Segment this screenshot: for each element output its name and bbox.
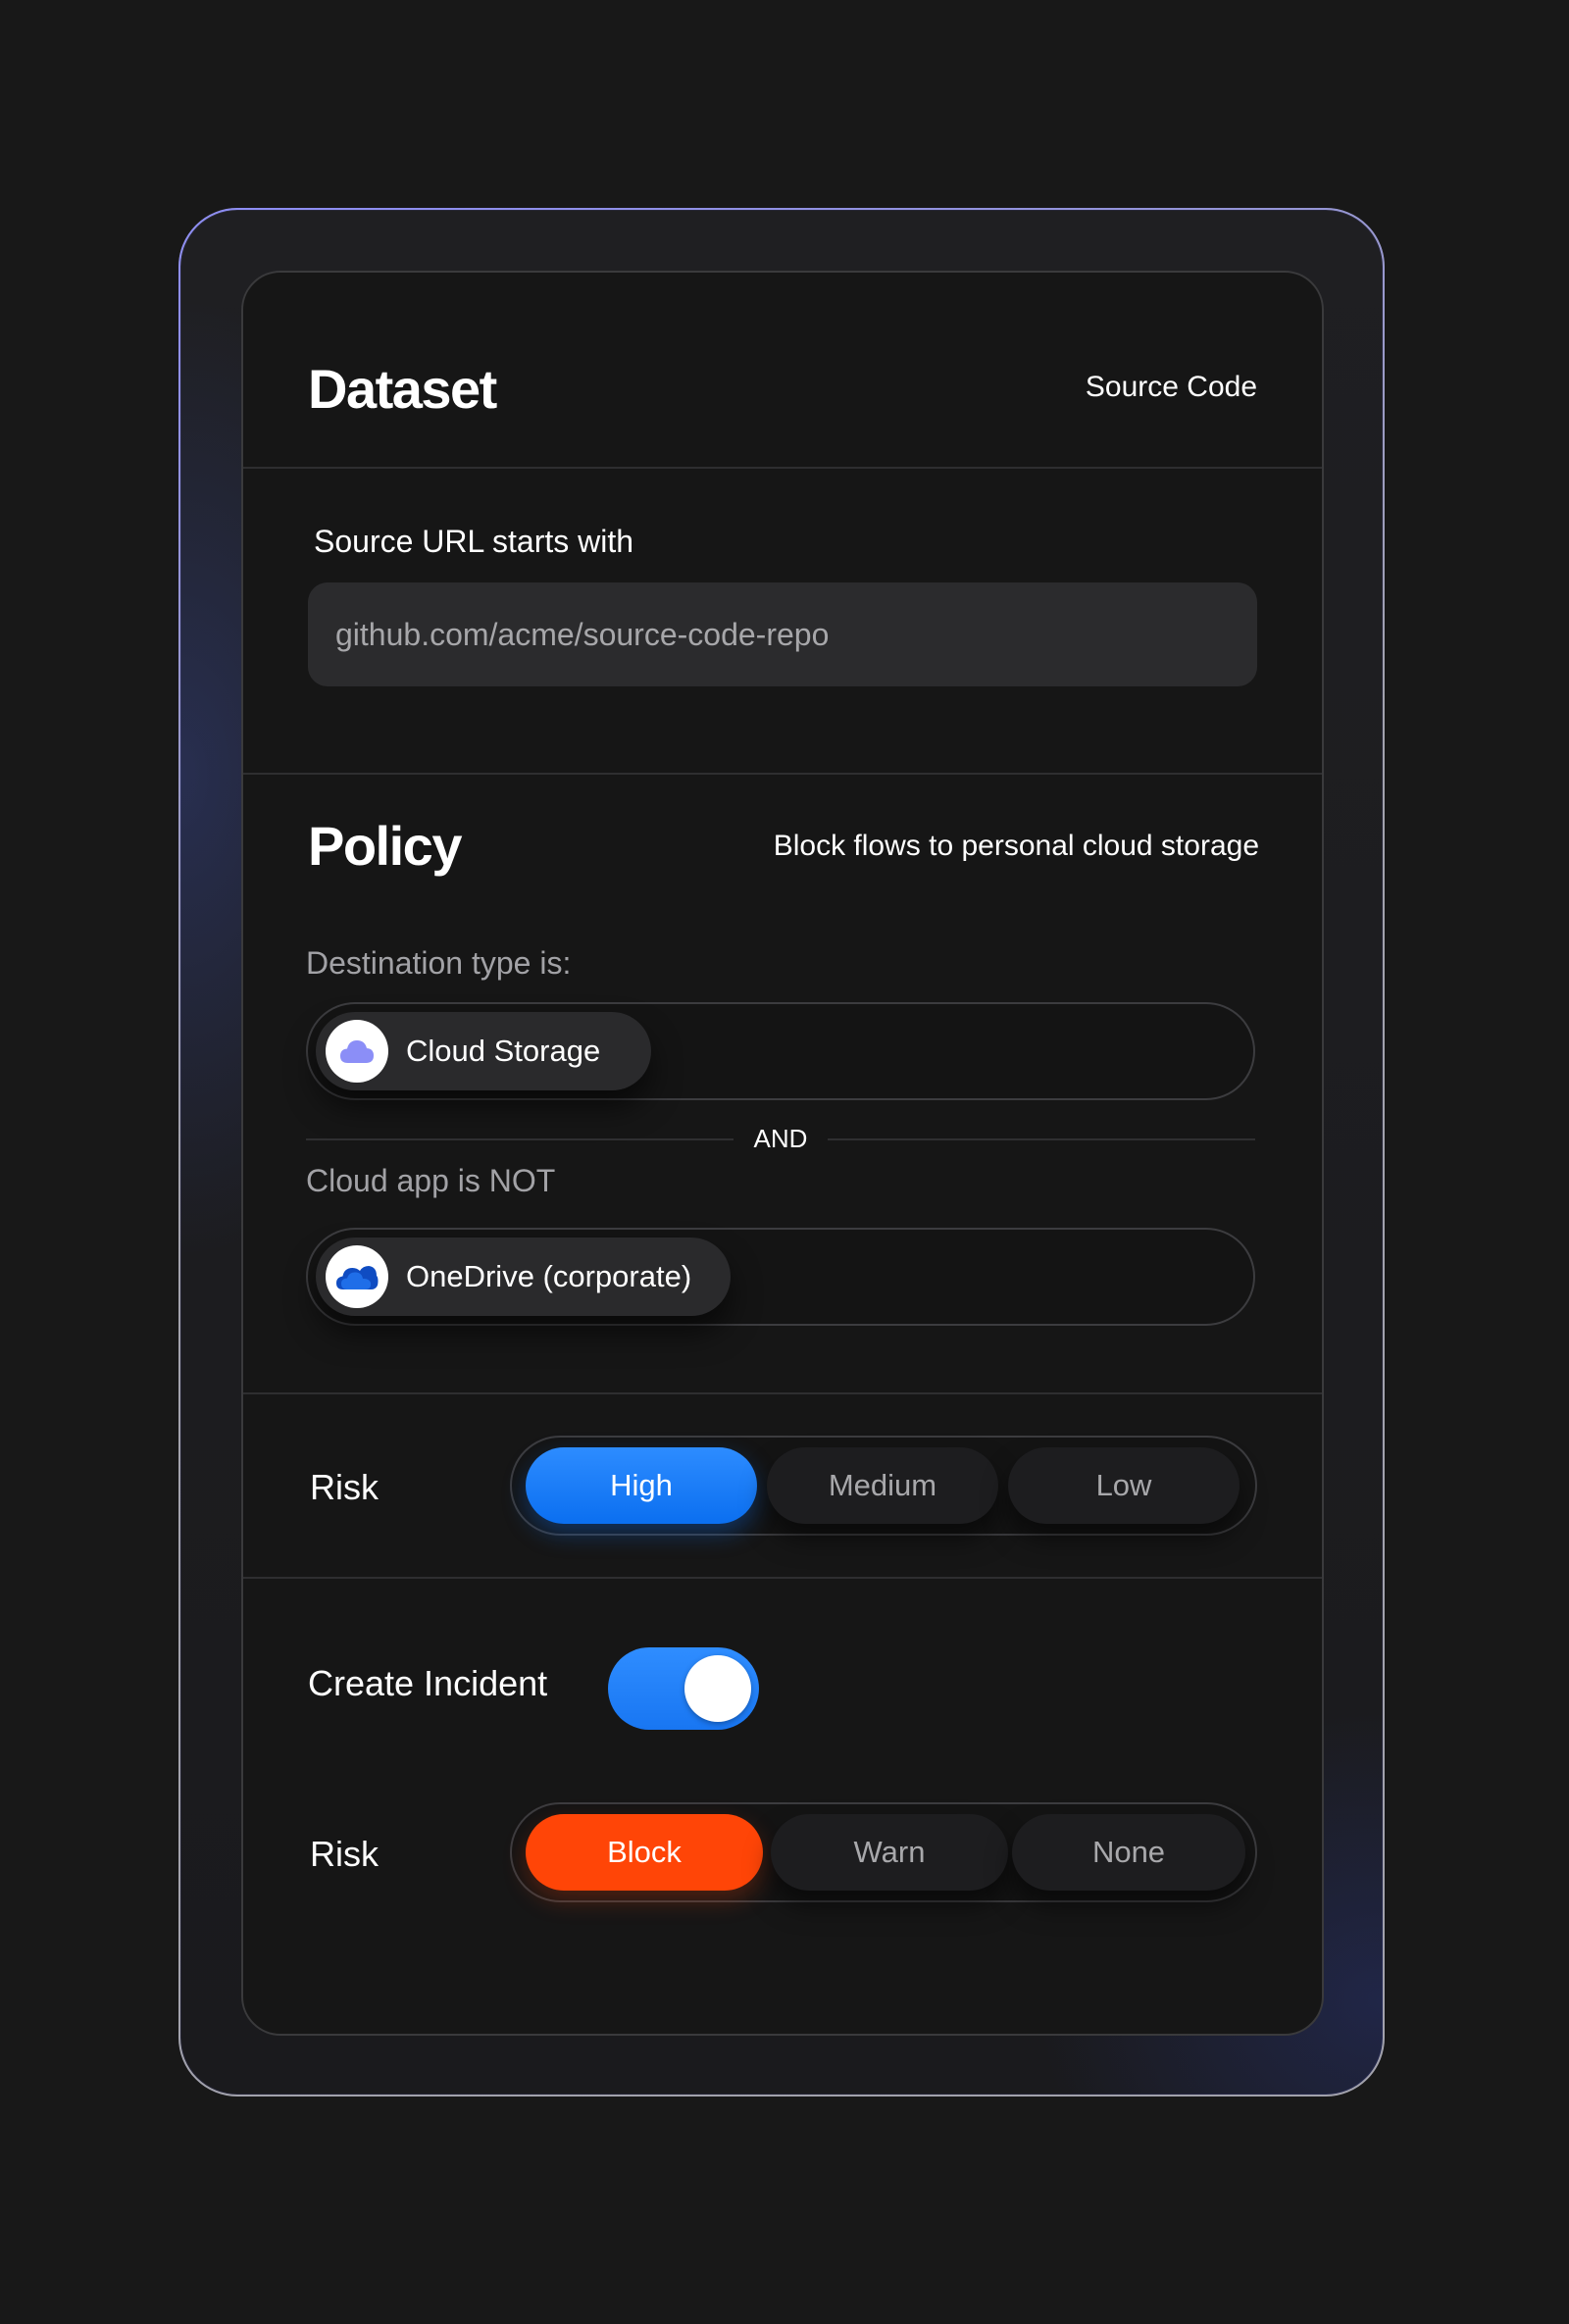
dataset-value: Source Code: [1085, 371, 1257, 403]
action-none-button[interactable]: None: [1012, 1814, 1245, 1891]
onedrive-label: OneDrive (corporate): [406, 1259, 692, 1293]
source-url-label: Source URL starts with: [314, 524, 634, 559]
policy-title: Policy: [308, 815, 462, 877]
action-segmented-control: Block Warn None: [510, 1802, 1257, 1902]
policy-section: Policy Block flows to personal cloud sto…: [243, 775, 1322, 1392]
onedrive-icon: [326, 1245, 388, 1308]
create-incident-label: Create Incident: [308, 1663, 548, 1703]
action-label: Risk: [310, 1834, 379, 1874]
source-url-input[interactable]: [308, 582, 1257, 686]
cloud-storage-label: Cloud Storage: [406, 1034, 601, 1068]
incident-section: Create Incident Risk Block Warn None: [243, 1579, 1322, 2030]
policy-description: Block flows to personal cloud storage: [773, 830, 1259, 862]
and-line-right: [828, 1138, 1255, 1140]
destination-type-field[interactable]: Cloud Storage: [306, 1002, 1255, 1100]
cloud-app-field[interactable]: OneDrive (corporate): [306, 1228, 1255, 1326]
risk-segmented-control: High Medium Low: [510, 1436, 1257, 1536]
cloud-app-label: Cloud app is NOT: [306, 1163, 556, 1198]
policy-card: Dataset Source Code Source URL starts wi…: [241, 271, 1324, 2036]
destination-type-label: Destination type is:: [306, 945, 572, 981]
action-block-button[interactable]: Block: [526, 1814, 763, 1891]
create-incident-toggle[interactable]: [608, 1647, 759, 1730]
risk-medium-button[interactable]: Medium: [767, 1447, 998, 1524]
onedrive-chip[interactable]: OneDrive (corporate): [316, 1238, 732, 1316]
action-warn-button[interactable]: Warn: [771, 1814, 1008, 1891]
and-separator: AND: [306, 1120, 1255, 1159]
cloud-icon: [326, 1020, 388, 1083]
cloud-storage-chip[interactable]: Cloud Storage: [316, 1012, 652, 1090]
dataset-header: Dataset Source Code: [243, 273, 1322, 467]
risk-label: Risk: [310, 1467, 379, 1507]
risk-low-button[interactable]: Low: [1008, 1447, 1240, 1524]
dataset-title: Dataset: [308, 358, 497, 420]
source-url-section: Source URL starts with: [243, 469, 1322, 773]
outer-frame: Dataset Source Code Source URL starts wi…: [178, 208, 1385, 2097]
risk-high-button[interactable]: High: [526, 1447, 757, 1524]
risk-section: Risk High Medium Low: [243, 1394, 1322, 1577]
toggle-knob: [684, 1655, 751, 1722]
